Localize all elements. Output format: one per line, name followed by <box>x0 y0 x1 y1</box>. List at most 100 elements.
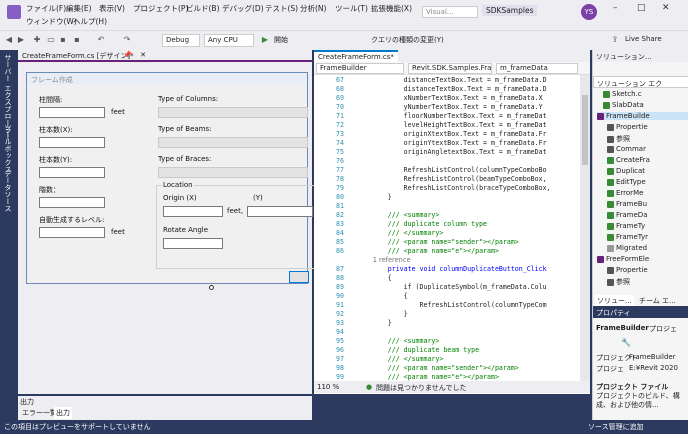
toolbox-tab[interactable]: ツールボックス <box>3 124 13 173</box>
line-number: 82 <box>336 211 344 219</box>
data-sources-tab[interactable]: データソース <box>3 170 13 212</box>
tab-designer[interactable]: CreateFrameForm.cs [デザイン]* 📌 ✕ <box>18 50 312 62</box>
resize-handle[interactable] <box>209 285 214 290</box>
close-icon[interactable]: ✕ <box>662 3 670 13</box>
zoom-level[interactable]: 110 % <box>317 383 339 391</box>
close-tab-icon[interactable]: ✕ <box>140 51 146 59</box>
property-pages-icon[interactable]: 🔧 <box>621 338 631 347</box>
menu-debug[interactable]: デバッグ(D) <box>222 3 264 14</box>
origin-y-input[interactable] <box>247 206 313 217</box>
avatar[interactable]: YS <box>581 4 597 20</box>
undo-icon[interactable]: ↶ <box>96 35 106 45</box>
column-y-input[interactable] <box>39 167 105 178</box>
menu-window[interactable]: ウィンドウ(W) <box>26 16 77 27</box>
distance-input[interactable] <box>39 107 105 118</box>
new-project-icon[interactable]: ✚ <box>32 35 42 45</box>
add-to-source-control[interactable]: ソース管理に追加 <box>588 422 644 432</box>
column-y-label: 柱本数(Y): <box>39 156 73 164</box>
save-all-icon[interactable]: ▪ <box>72 35 82 45</box>
code-line: /// <param name="sender"></param> <box>356 364 519 372</box>
origin-x-input[interactable] <box>163 206 223 217</box>
scroll-thumb[interactable] <box>582 95 588 165</box>
solution-tree-item[interactable]: Propertie <box>607 123 648 131</box>
code-area[interactable]: 67 distanceTextBox.Text = m_frameData.D 6… <box>314 75 580 381</box>
back-icon[interactable]: ◀ <box>4 35 14 45</box>
line-number: 95 <box>336 337 344 345</box>
tab-code[interactable]: CreateFrameForm.cs* <box>314 50 398 62</box>
menu-tools[interactable]: ツール(T) <box>335 3 368 14</box>
tab-output[interactable]: 出力 <box>54 407 72 419</box>
tree-item-label: FrameBuilde <box>606 112 650 120</box>
menu-build[interactable]: ビルド(B) <box>186 3 220 14</box>
column-x-input[interactable] <box>39 137 105 148</box>
file-icon <box>603 90 610 98</box>
project-select[interactable]: FrameBuilder <box>316 63 404 74</box>
redo-icon[interactable]: ↷ <box>122 35 132 45</box>
minimize-icon[interactable]: – <box>613 3 618 13</box>
code-line: originAngletextBox.Text = m_frameDat <box>356 148 547 156</box>
brace-type-combo[interactable] <box>158 167 308 178</box>
solution-tree-item[interactable]: FrameTy <box>607 222 645 230</box>
rotate-angle-input[interactable] <box>163 238 223 249</box>
code-line: } <box>356 310 408 318</box>
beam-type-combo[interactable] <box>158 137 308 148</box>
solution-tree-item[interactable]: Duplicat <box>607 167 645 175</box>
forward-icon[interactable]: ▶ <box>16 35 26 45</box>
solution-tree-item[interactable]: FrameBu <box>607 200 647 208</box>
solution-tree-item[interactable]: FrameTyr <box>607 233 648 241</box>
menu-file[interactable]: ファイル(F) <box>26 3 66 14</box>
solution-tree-item[interactable]: EditType <box>607 178 646 186</box>
floors-input[interactable] <box>39 197 105 208</box>
line-number: 93 <box>336 319 344 327</box>
member-select[interactable]: m_frameData <box>496 63 578 74</box>
line-number: 69 <box>336 94 344 102</box>
tree-item-label: FrameTyr <box>616 233 649 241</box>
column-type-combo[interactable] <box>158 107 308 118</box>
menu-test[interactable]: テスト(S) <box>265 3 298 14</box>
vertical-scrollbar[interactable] <box>580 75 590 381</box>
start-icon[interactable]: ▶ <box>260 35 270 45</box>
config-select[interactable]: Debug <box>162 34 200 47</box>
save-icon[interactable]: ▪ <box>58 35 68 45</box>
solution-tree-item[interactable]: ErrorMe <box>607 189 643 197</box>
code-line: /// duplicate beam type <box>356 346 480 354</box>
menu-help[interactable]: ヘルプ(H) <box>73 16 107 27</box>
solution-tree-item[interactable]: Commar <box>607 145 646 153</box>
solution-tree-item[interactable]: SlabData <box>603 101 644 109</box>
line-number: 87 <box>336 265 344 273</box>
search-input[interactable]: Visual... <box>422 6 478 18</box>
solution-tree-item[interactable]: 参照 <box>607 277 630 287</box>
live-share-button[interactable]: Live Share <box>622 34 672 47</box>
menu-project[interactable]: プロジェクト(P) <box>133 3 188 14</box>
code-line: { <box>356 274 392 282</box>
line-number: 90 <box>336 292 344 300</box>
open-icon[interactable]: ▭ <box>46 35 56 45</box>
code-line: /// <param name="e"></param> <box>356 247 499 255</box>
properties-panel: プロパティ FrameBuilder プロジェ 🔧 プロジェクト FrameBu… <box>592 306 688 420</box>
level-height-input[interactable] <box>39 227 105 238</box>
solution-tree-item[interactable]: Propertie <box>607 266 648 274</box>
menu-analyze[interactable]: 分析(N) <box>300 3 326 14</box>
menu-extensions[interactable]: 拡張機能(X) <box>371 3 412 14</box>
solution-tree-item[interactable]: CreateFra <box>607 156 650 164</box>
solution-tree-item[interactable]: FrameBuilde <box>597 112 688 120</box>
platform-select[interactable]: Any CPU <box>204 34 254 47</box>
solution-tree-item[interactable]: Migrated <box>607 244 647 252</box>
tree-item-label: EditType <box>616 178 646 186</box>
solution-search-input[interactable]: ソリューション エク <box>593 76 688 88</box>
solution-tree-item[interactable]: FreeFormEle <box>597 255 649 263</box>
solution-tree-item[interactable]: 参照 <box>607 134 630 144</box>
maximize-icon[interactable]: □ <box>637 3 646 13</box>
solution-tree-item[interactable]: FrameDa <box>607 211 648 219</box>
line-number: 79 <box>336 184 344 192</box>
start-button[interactable]: 開始 <box>271 34 299 47</box>
solution-tree-item[interactable]: Sketch.c <box>603 90 642 98</box>
menu-edit[interactable]: 編集(E) <box>66 3 92 14</box>
file-icon <box>607 222 614 230</box>
type-select[interactable]: Revit.SDK.Samples.Fra <box>408 63 492 74</box>
pin-icon[interactable]: 📌 <box>123 51 132 59</box>
ok-button[interactable] <box>289 271 309 283</box>
menu-view[interactable]: 表示(V) <box>99 3 125 14</box>
query-type-button[interactable]: クエリの種類の変更(Y) <box>368 34 466 47</box>
share-icon[interactable]: ⇪ <box>610 35 620 45</box>
